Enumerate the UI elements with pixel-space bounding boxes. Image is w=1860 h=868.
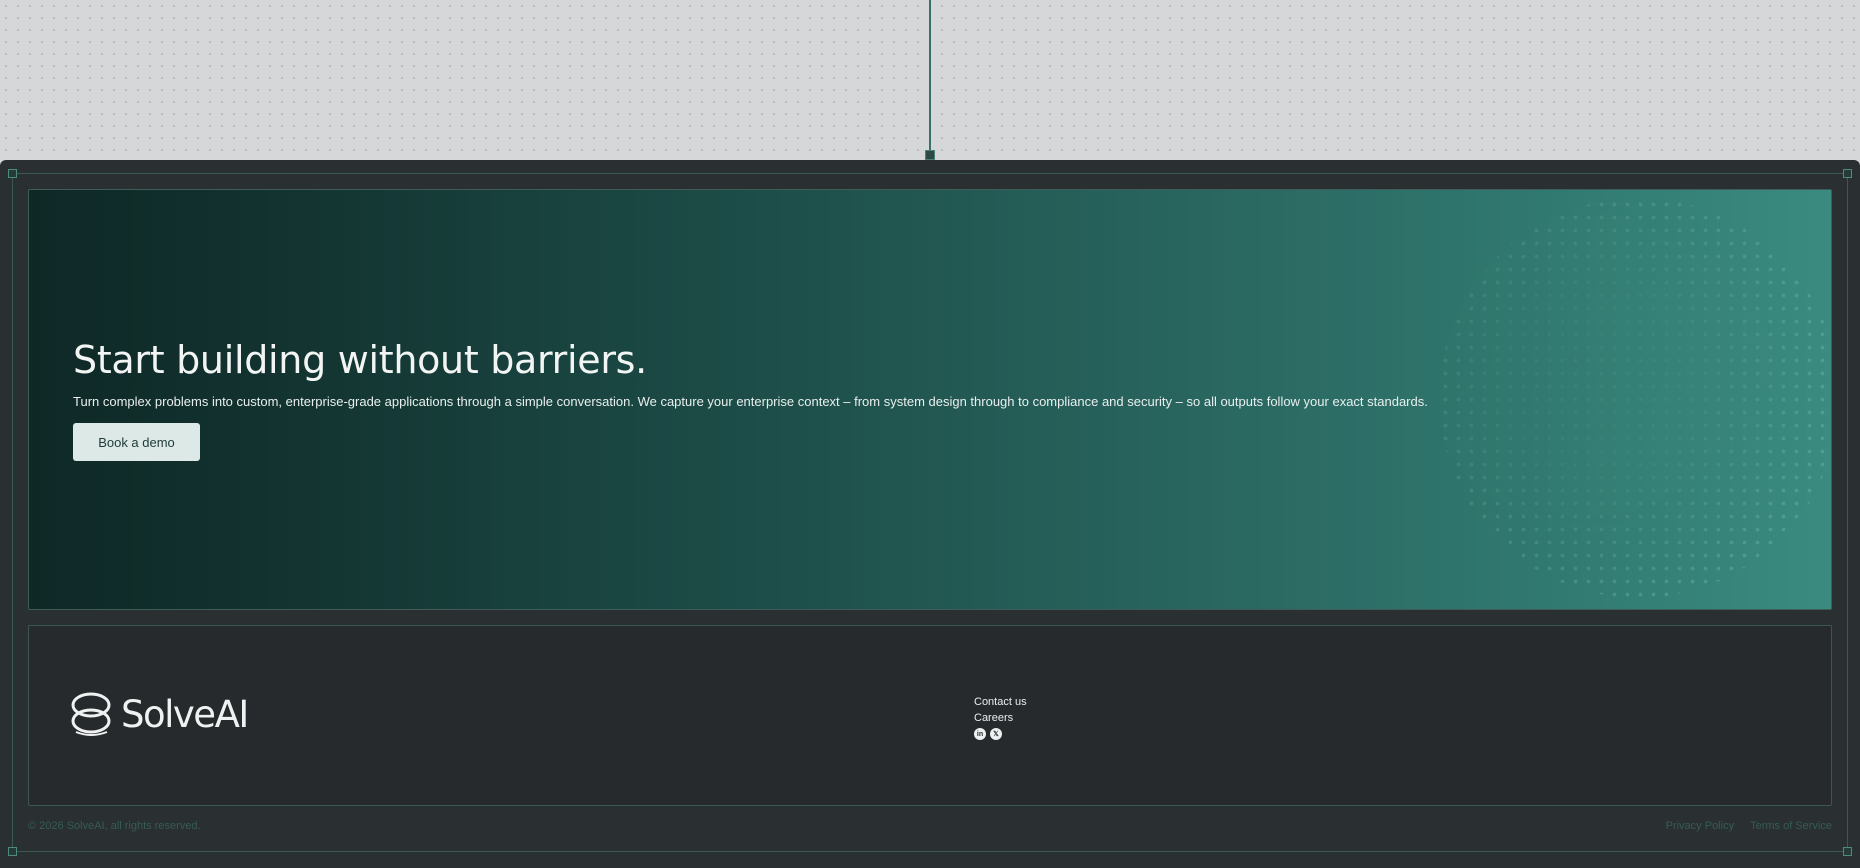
corner-handle-top-right[interactable] — [1843, 169, 1852, 178]
terms-of-service-link[interactable]: Terms of Service — [1750, 820, 1832, 832]
linkedin-icon[interactable]: in — [974, 728, 986, 740]
legal-bar: © 2026 SolveAI, all rights reserved. Pri… — [28, 820, 1832, 838]
hero-description: Turn complex problems into custom, enter… — [73, 394, 1428, 409]
guide-line-right — [1847, 173, 1848, 851]
solveai-logo-icon — [71, 692, 111, 736]
connector-line — [929, 0, 931, 153]
privacy-policy-link[interactable]: Privacy Policy — [1666, 820, 1734, 832]
brand-logo[interactable]: SolveAI — [71, 692, 249, 736]
guide-line-bottom — [12, 851, 1848, 852]
globe-illustration — [1439, 198, 1831, 598]
corner-handle-top-left[interactable] — [8, 169, 17, 178]
hero-title: Start building without barriers. — [73, 338, 647, 382]
guide-line-top — [12, 173, 1848, 174]
corner-handle-bottom-right[interactable] — [1843, 847, 1852, 856]
copyright-text: © 2026 SolveAI, all rights reserved. — [28, 820, 201, 832]
corner-handle-bottom-left[interactable] — [8, 847, 17, 856]
x-icon[interactable]: 𝕏 — [990, 728, 1002, 740]
book-demo-button[interactable]: Book a demo — [73, 423, 200, 461]
footer-links: Contact us Careers in 𝕏 — [974, 694, 1027, 740]
guide-line-left — [12, 173, 13, 851]
legal-links: Privacy Policy Terms of Service — [1666, 820, 1832, 832]
connector-node[interactable] — [925, 150, 935, 160]
brand-name: SolveAI — [121, 692, 249, 736]
social-icons: in 𝕏 — [974, 728, 1027, 740]
footer: SolveAI Contact us Careers in 𝕏 — [28, 625, 1832, 806]
contact-us-link[interactable]: Contact us — [974, 694, 1027, 710]
careers-link[interactable]: Careers — [974, 710, 1027, 726]
hero-section: Start building without barriers. Turn co… — [28, 189, 1832, 610]
